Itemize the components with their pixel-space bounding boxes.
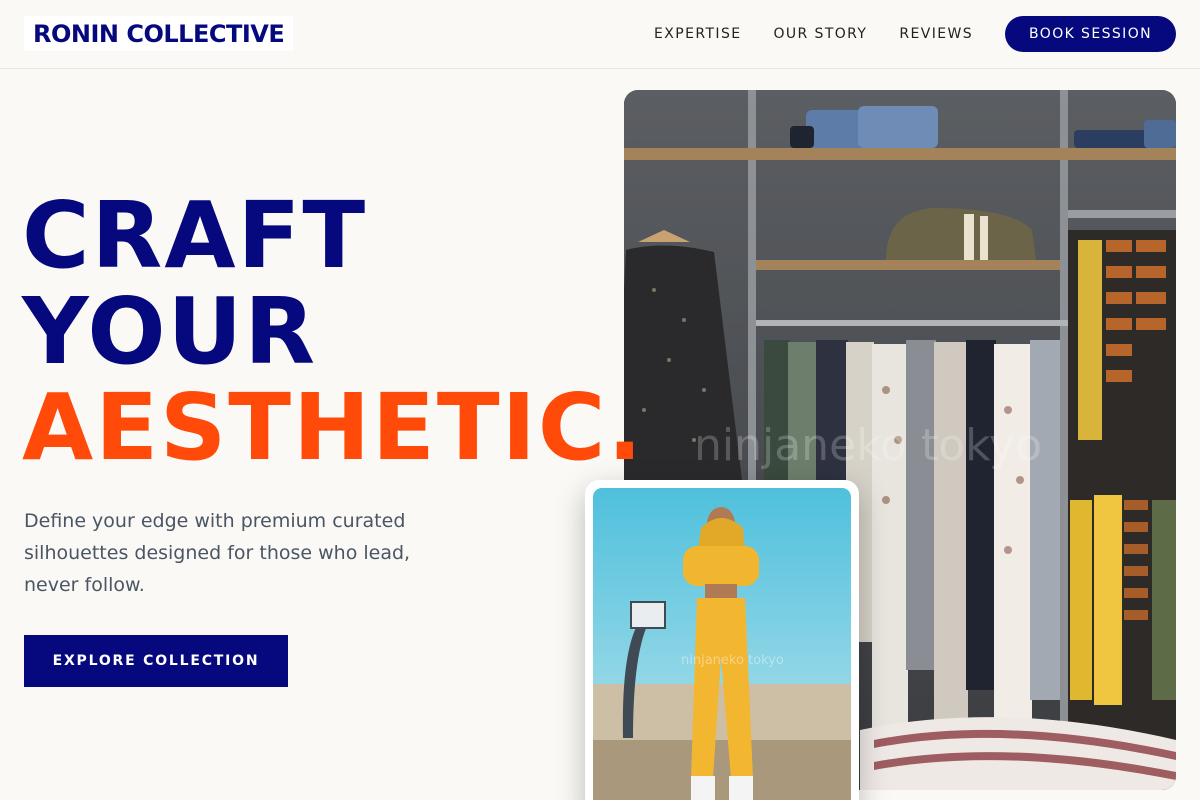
main-nav: EXPERTISE OUR STORY REVIEWS BOOK SESSION <box>654 16 1176 52</box>
model-illustration: ninjaneko tokyo <box>593 488 851 800</box>
nav-link-our-story[interactable]: OUR STORY <box>773 26 867 42</box>
hero-title-accent-word: AESTHETIC <box>22 374 608 481</box>
hero-subtitle: Define your edge with premium curated si… <box>24 510 411 596</box>
hero-title: CRAFT YOUR AESTHETIC. <box>22 188 644 476</box>
nav-link-reviews[interactable]: REVIEWS <box>899 26 973 42</box>
model-photo: ninjaneko tokyo <box>593 488 851 800</box>
model-photo-card: ninjaneko tokyo <box>585 480 859 800</box>
book-session-button[interactable]: BOOK SESSION <box>1005 16 1176 52</box>
nav-link-expertise[interactable]: EXPERTISE <box>654 26 741 42</box>
brand-logo[interactable]: RONIN COLLECTIVE <box>24 16 294 51</box>
explore-collection-button[interactable]: EXPLORE COLLECTION <box>24 635 288 687</box>
hero-title-line-2: YOUR <box>22 278 318 385</box>
model-image-watermark: ninjaneko tokyo <box>681 653 784 668</box>
hero-title-line-1: CRAFT <box>22 182 368 289</box>
hero-title-line-3: AESTHETIC. <box>22 374 644 481</box>
site-header: RONIN COLLECTIVE EXPERTISE OUR STORY REV… <box>0 0 1200 69</box>
main-image-watermark: ninjaneko tokyo <box>694 420 1042 471</box>
hero-title-period: . <box>607 374 645 481</box>
